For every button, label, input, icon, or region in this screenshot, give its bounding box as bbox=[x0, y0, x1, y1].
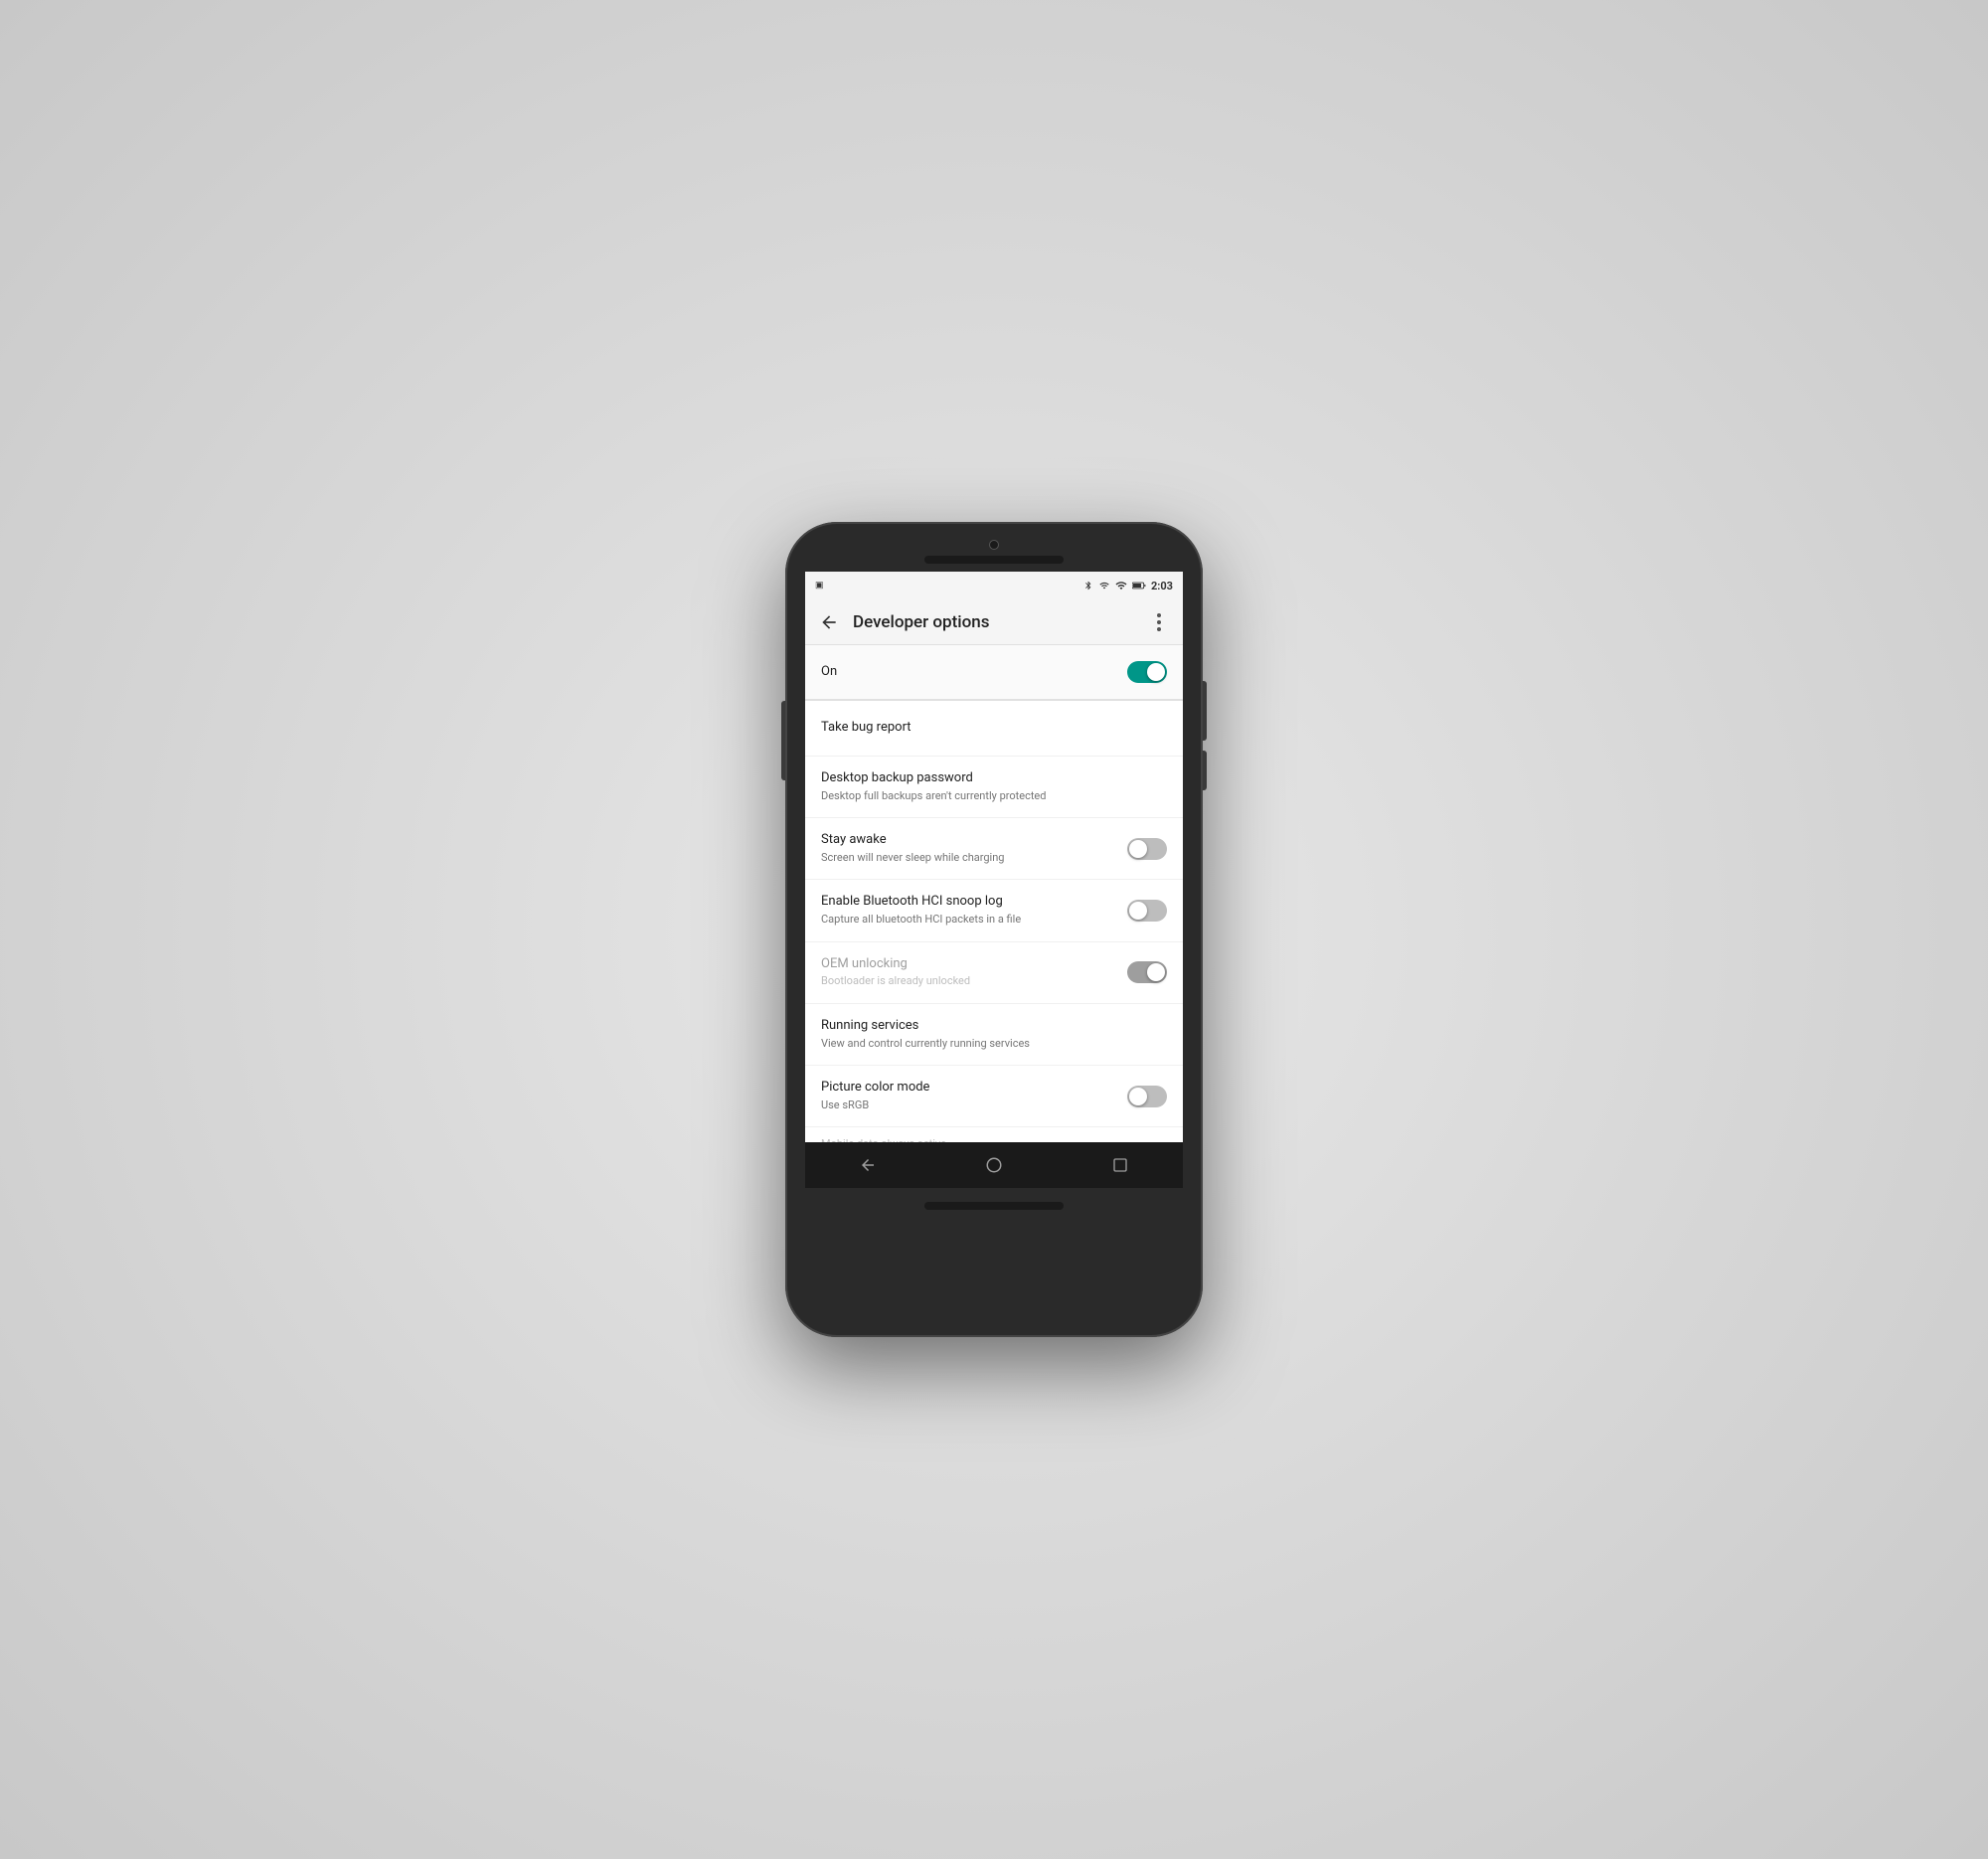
oem-unlocking-text: OEM unlocking Bootloader is already unlo… bbox=[821, 956, 1115, 989]
signal-icon bbox=[1115, 580, 1127, 592]
setting-item-stay-awake[interactable]: Stay awake Screen will never sleep while… bbox=[805, 818, 1183, 880]
nav-back-button[interactable] bbox=[850, 1147, 886, 1183]
nav-bar bbox=[805, 1142, 1183, 1188]
nav-recents-button[interactable] bbox=[1102, 1147, 1138, 1183]
take-bug-report-title: Take bug report bbox=[821, 720, 1155, 737]
status-bar: ▣ 2: bbox=[805, 572, 1183, 599]
bluetooth-icon bbox=[1083, 579, 1093, 592]
volume-down-button bbox=[1203, 751, 1207, 790]
running-services-text: Running services View and control curren… bbox=[821, 1018, 1155, 1051]
toggle-thumb bbox=[1129, 902, 1147, 920]
picture-color-mode-text: Picture color mode Use sRGB bbox=[821, 1080, 1115, 1112]
bottom-speaker bbox=[924, 1202, 1064, 1210]
take-bug-report-text: Take bug report bbox=[821, 720, 1155, 737]
stay-awake-toggle[interactable] bbox=[1127, 838, 1167, 860]
bluetooth-hci-text: Enable Bluetooth HCI snoop log Capture a… bbox=[821, 894, 1115, 927]
developer-options-toggle-label: On bbox=[821, 664, 1115, 681]
phone-screen: ▣ 2: bbox=[805, 572, 1183, 1188]
wifi-icon bbox=[1098, 581, 1110, 591]
phone-bottom bbox=[785, 1188, 1203, 1224]
front-camera bbox=[989, 540, 999, 550]
volume-up-button bbox=[781, 701, 785, 780]
battery-icon bbox=[1132, 581, 1146, 591]
setting-item-bluetooth-hci[interactable]: Enable Bluetooth HCI snoop log Capture a… bbox=[805, 880, 1183, 941]
phone-top bbox=[785, 522, 1203, 564]
power-button bbox=[1203, 681, 1207, 741]
phone-device: ▣ 2: bbox=[785, 522, 1203, 1337]
toolbar: Developer options bbox=[805, 599, 1183, 645]
settings-list: On Take bug report Desktop backup passwo… bbox=[805, 645, 1183, 1142]
bluetooth-hci-title: Enable Bluetooth HCI snoop log bbox=[821, 894, 1115, 911]
bluetooth-hci-subtitle: Capture all bluetooth HCI packets in a f… bbox=[821, 913, 1115, 927]
desktop-backup-password-text: Desktop backup password Desktop full bac… bbox=[821, 770, 1155, 803]
nav-home-button[interactable] bbox=[976, 1147, 1012, 1183]
developer-options-toggle-text: On bbox=[821, 664, 1115, 681]
stay-awake-text: Stay awake Screen will never sleep while… bbox=[821, 832, 1115, 865]
toggle-thumb bbox=[1129, 840, 1147, 858]
setting-item-running-services[interactable]: Running services View and control curren… bbox=[805, 1004, 1183, 1066]
picture-color-mode-title: Picture color mode bbox=[821, 1080, 1115, 1097]
status-right-icons: 2:03 bbox=[1083, 579, 1173, 592]
page-title: Developer options bbox=[853, 612, 1143, 632]
developer-options-toggle-row[interactable]: On bbox=[805, 645, 1183, 701]
setting-item-oem-unlocking[interactable]: OEM unlocking Bootloader is already unlo… bbox=[805, 942, 1183, 1004]
picture-color-mode-toggle[interactable] bbox=[1127, 1086, 1167, 1107]
desktop-backup-password-title: Desktop backup password bbox=[821, 770, 1155, 787]
setting-item-desktop-backup-password[interactable]: Desktop backup password Desktop full bac… bbox=[805, 757, 1183, 818]
back-button[interactable] bbox=[813, 606, 845, 638]
oem-unlocking-toggle[interactable] bbox=[1127, 961, 1167, 983]
toggle-thumb bbox=[1129, 1088, 1147, 1105]
picture-color-mode-subtitle: Use sRGB bbox=[821, 1098, 1115, 1112]
toggle-thumb bbox=[1147, 663, 1165, 681]
running-services-title: Running services bbox=[821, 1018, 1155, 1035]
setting-item-picture-color-mode[interactable]: Picture color mode Use sRGB bbox=[805, 1066, 1183, 1127]
setting-item-take-bug-report[interactable]: Take bug report bbox=[805, 701, 1183, 757]
stay-awake-title: Stay awake bbox=[821, 832, 1115, 849]
running-services-subtitle: View and control currently running servi… bbox=[821, 1037, 1155, 1051]
toggle-thumb bbox=[1147, 963, 1165, 981]
stay-awake-subtitle: Screen will never sleep while charging bbox=[821, 851, 1115, 865]
oem-unlocking-subtitle: Bootloader is already unlocked bbox=[821, 974, 1115, 988]
developer-options-toggle[interactable] bbox=[1127, 661, 1167, 683]
status-time: 2:03 bbox=[1151, 580, 1173, 592]
status-left-icons: ▣ bbox=[815, 581, 824, 591]
bluetooth-hci-toggle[interactable] bbox=[1127, 900, 1167, 922]
oem-unlocking-title: OEM unlocking bbox=[821, 956, 1115, 973]
overflow-menu-button[interactable] bbox=[1143, 606, 1175, 638]
desktop-backup-password-subtitle: Desktop full backups aren't currently pr… bbox=[821, 789, 1155, 803]
top-speaker bbox=[924, 556, 1064, 564]
notification-icon: ▣ bbox=[815, 581, 824, 591]
truncated-item: Mobile data always active... bbox=[805, 1127, 1183, 1142]
